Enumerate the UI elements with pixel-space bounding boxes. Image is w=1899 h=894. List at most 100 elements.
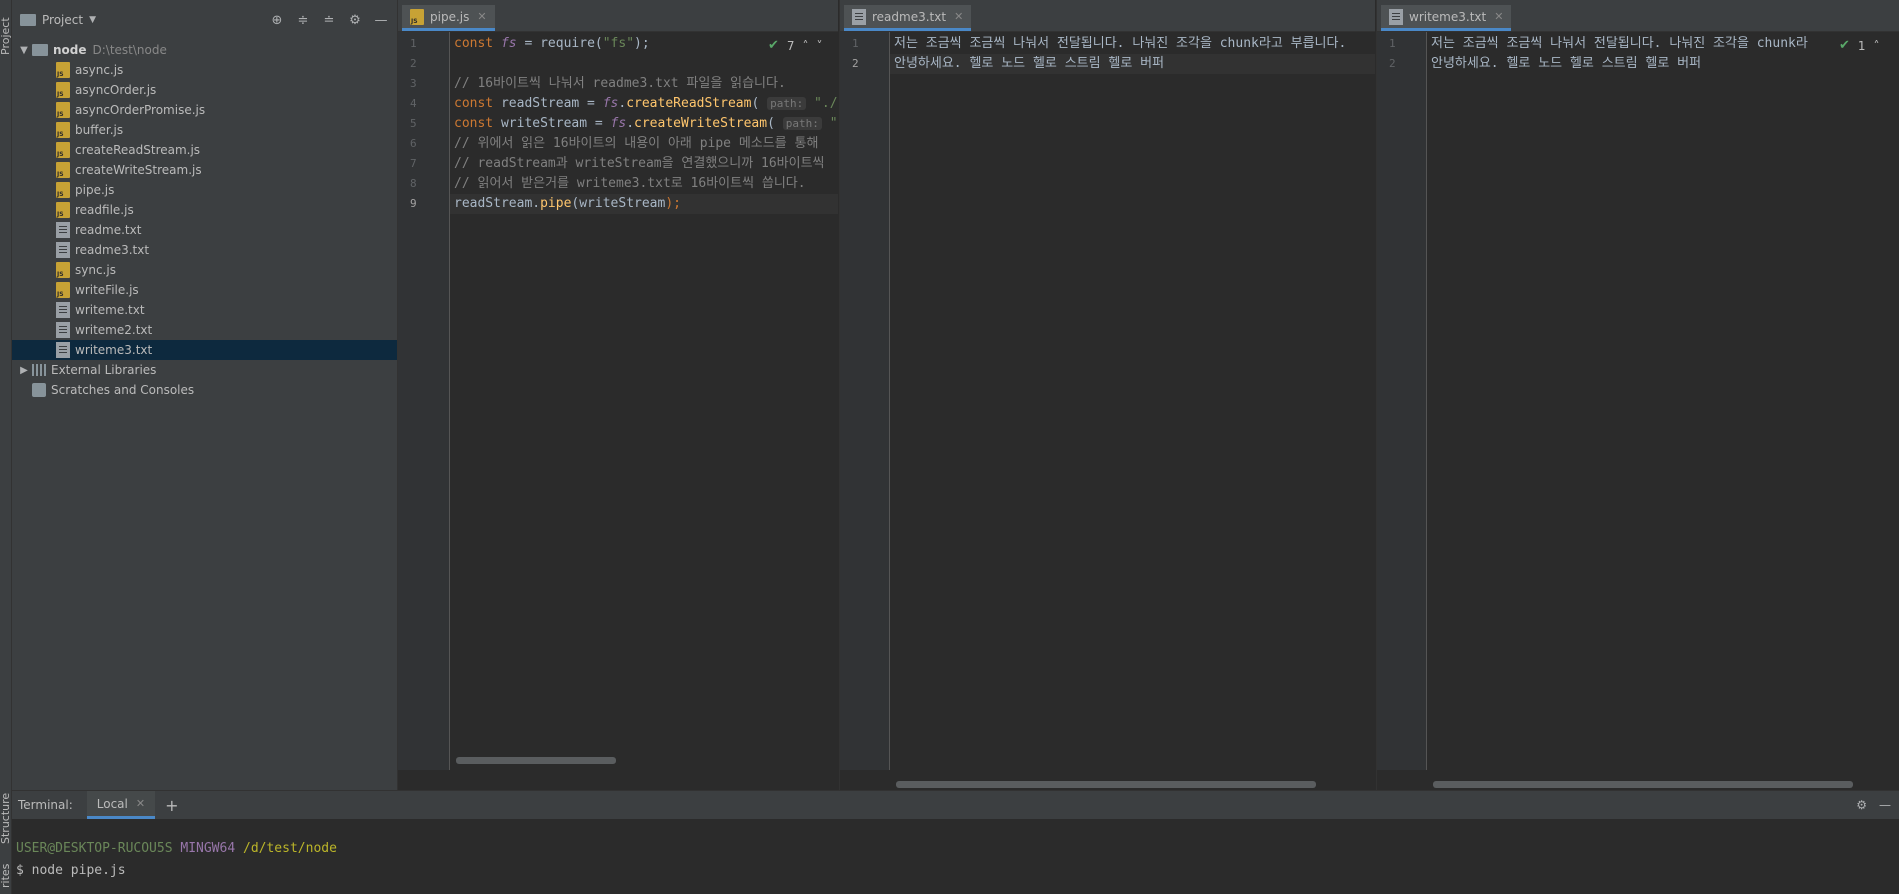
js-file-icon [56, 122, 70, 138]
library-icon [32, 364, 46, 376]
js-file-icon [56, 102, 70, 118]
tree-file-item[interactable]: readme.txt [12, 220, 397, 240]
tree-external-libraries[interactable]: ▶ External Libraries [12, 360, 397, 380]
param-hint: path: [767, 97, 807, 110]
tree-file-item[interactable]: createReadStream.js [12, 140, 397, 160]
tree-file-item[interactable]: sync.js [12, 260, 397, 280]
tab-pipe-js[interactable]: pipe.js ✕ [402, 5, 495, 31]
file-name: readme3.txt [75, 243, 150, 257]
root-folder-name: node [53, 43, 87, 57]
inspection-widget[interactable]: ✔ 7 ˄ ˅ [768, 38, 823, 53]
file-name: asyncOrderPromise.js [75, 103, 206, 117]
inspection-count: 1 [1857, 38, 1866, 53]
chevron-down-icon[interactable]: ▼ [89, 15, 96, 25]
code-line-8: // 읽어서 받은거를 writeme3.txt로 16바이트씩 씁니다. [454, 176, 806, 191]
text-line-2: 안녕하세요. 헬로 노드 헬로 스트림 헬로 버퍼 [1431, 56, 1702, 71]
tree-scratches[interactable]: Scratches and Consoles [12, 380, 397, 400]
tree-file-item[interactable]: writeFile.js [12, 280, 397, 300]
terminal-command-line[interactable]: $ node pipe.js [16, 863, 126, 878]
file-name: createWriteStream.js [75, 163, 202, 177]
tree-file-item[interactable]: asyncOrder.js [12, 80, 397, 100]
close-icon[interactable]: ✕ [1494, 10, 1503, 23]
tab-writeme3-txt[interactable]: writeme3.txt ✕ [1381, 5, 1512, 31]
terminal-prompt-line: USER@DESKTOP-RUCOU5S MINGW64 /d/test/nod… [16, 841, 337, 856]
close-icon[interactable]: ✕ [136, 797, 145, 810]
terminal-tab-local[interactable]: Local ✕ [86, 791, 156, 819]
favorites-tool-tab[interactable]: rites [0, 858, 12, 894]
tree-file-item[interactable]: readme3.txt [12, 240, 397, 260]
tree-file-item[interactable]: buffer.js [12, 120, 397, 140]
file-name: pipe.js [75, 183, 115, 197]
tree-file-item[interactable]: pipe.js [12, 180, 397, 200]
code-line-1: const fs = require("fs"); [454, 36, 650, 51]
project-panel: Project ▼ ⊕ ≑ ≐ ⚙ — ▼ node D:\test\node … [12, 0, 398, 790]
add-terminal-icon[interactable]: + [165, 796, 178, 815]
check-icon: ✔ [768, 38, 779, 53]
expand-all-icon[interactable]: ≑ [293, 10, 313, 30]
project-view-selector[interactable]: Project [42, 13, 83, 27]
chevron-down-icon[interactable]: ˅ [817, 39, 823, 53]
code-area[interactable]: const fs = require("fs"); // 16바이트씩 나눠서 … [398, 32, 838, 770]
tree-file-item[interactable]: asyncOrderPromise.js [12, 100, 397, 120]
file-name: readme.txt [75, 223, 142, 237]
gear-icon[interactable]: ⚙ [1856, 798, 1867, 812]
chevron-right-icon[interactable]: ▶ [16, 365, 32, 376]
structure-tool-tab[interactable]: Structure [0, 788, 12, 848]
js-file-icon [56, 62, 70, 78]
text-line-1: 저는 조금씩 조금씩 나눠서 전달됩니다. 나눠진 조각을 chunk라 [1431, 36, 1808, 51]
txt-file-icon [1389, 8, 1403, 25]
file-name: readfile.js [75, 203, 134, 217]
inspection-widget[interactable]: ✔ 1 ˄ [1839, 38, 1880, 53]
code-line-4: const readStream = fs.createReadStream( … [454, 96, 838, 111]
text-area[interactable]: 저는 조금씩 조금씩 나눠서 전달됩니다. 나눠진 조각을 chunk라 안녕하… [1377, 32, 1899, 770]
horizontal-scrollbar[interactable] [896, 781, 1316, 788]
horizontal-scrollbar[interactable] [456, 757, 616, 764]
file-name: writeme2.txt [75, 323, 153, 337]
text-line-2: 안녕하세요. 헬로 노드 헬로 스트림 헬로 버퍼 [894, 56, 1165, 71]
editor-readme3-txt: readme3.txt ✕ 1 2 저는 조금씩 조금씩 나눠서 전달됩니다. … [839, 0, 1375, 790]
file-name: writeme3.txt [75, 343, 153, 357]
left-tool-strip: Project Structure rites [0, 0, 12, 894]
check-icon: ✔ [1839, 38, 1850, 53]
tree-file-item[interactable]: writeme3.txt [12, 340, 397, 360]
text-area[interactable]: 저는 조금씩 조금씩 나눠서 전달됩니다. 나눠진 조각을 chunk라고 부릅… [840, 32, 1375, 770]
js-file-icon [56, 282, 70, 298]
tree-file-item[interactable]: createWriteStream.js [12, 160, 397, 180]
horizontal-scrollbar[interactable] [1433, 781, 1853, 788]
txt-file-icon [56, 322, 70, 338]
tree-file-item[interactable]: writeme.txt [12, 300, 397, 320]
project-tool-tab[interactable]: Project [0, 6, 12, 66]
txt-file-icon [56, 242, 70, 258]
gear-icon[interactable]: ⚙ [345, 10, 365, 30]
chevron-up-icon[interactable]: ˄ [1874, 39, 1880, 53]
js-file-icon [410, 8, 424, 25]
locate-icon[interactable]: ⊕ [267, 10, 287, 30]
terminal-tab-label: Local [96, 796, 128, 811]
chevron-down-icon[interactable]: ▼ [16, 45, 32, 56]
editor-pipe-js: pipe.js ✕ 1 2 3 4 5 6 7 8 9 const fs = r… [398, 0, 838, 790]
project-tree: ▼ node D:\test\node async.js asyncOrder.j… [12, 40, 397, 400]
folder-icon [32, 44, 48, 56]
file-name: writeme.txt [75, 303, 145, 317]
code-line-5: const writeStream = fs.createWriteStream… [454, 116, 838, 131]
tree-root-node[interactable]: ▼ node D:\test\node [12, 40, 397, 60]
text-line-1: 저는 조금씩 조금씩 나눠서 전달됩니다. 나눠진 조각을 chunk라고 부릅… [894, 36, 1347, 51]
file-name: async.js [75, 63, 124, 77]
chevron-up-icon[interactable]: ˄ [803, 39, 809, 53]
js-file-icon [56, 162, 70, 178]
terminal-panel: Terminal: Local ✕ + ⚙ — USER@DESKTOP-RUC… [12, 790, 1899, 894]
file-name: createReadStream.js [75, 143, 201, 157]
close-icon[interactable]: ✕ [477, 10, 486, 23]
scratches-label: Scratches and Consoles [51, 383, 195, 397]
code-line-3: // 16바이트씩 나눠서 readme3.txt 파일을 읽습니다. [454, 76, 786, 91]
tab-readme3-txt[interactable]: readme3.txt ✕ [844, 5, 972, 31]
collapse-all-icon[interactable]: ≐ [319, 10, 339, 30]
close-icon[interactable]: ✕ [954, 10, 963, 23]
tree-file-item[interactable]: writeme2.txt [12, 320, 397, 340]
minimize-icon[interactable]: — [1879, 798, 1891, 812]
txt-file-icon [852, 8, 866, 25]
tree-file-item[interactable]: async.js [12, 60, 397, 80]
terminal-header: Terminal: Local ✕ + ⚙ — [12, 791, 1899, 819]
minimize-icon[interactable]: — [371, 10, 391, 30]
tree-file-item[interactable]: readfile.js [12, 200, 397, 220]
